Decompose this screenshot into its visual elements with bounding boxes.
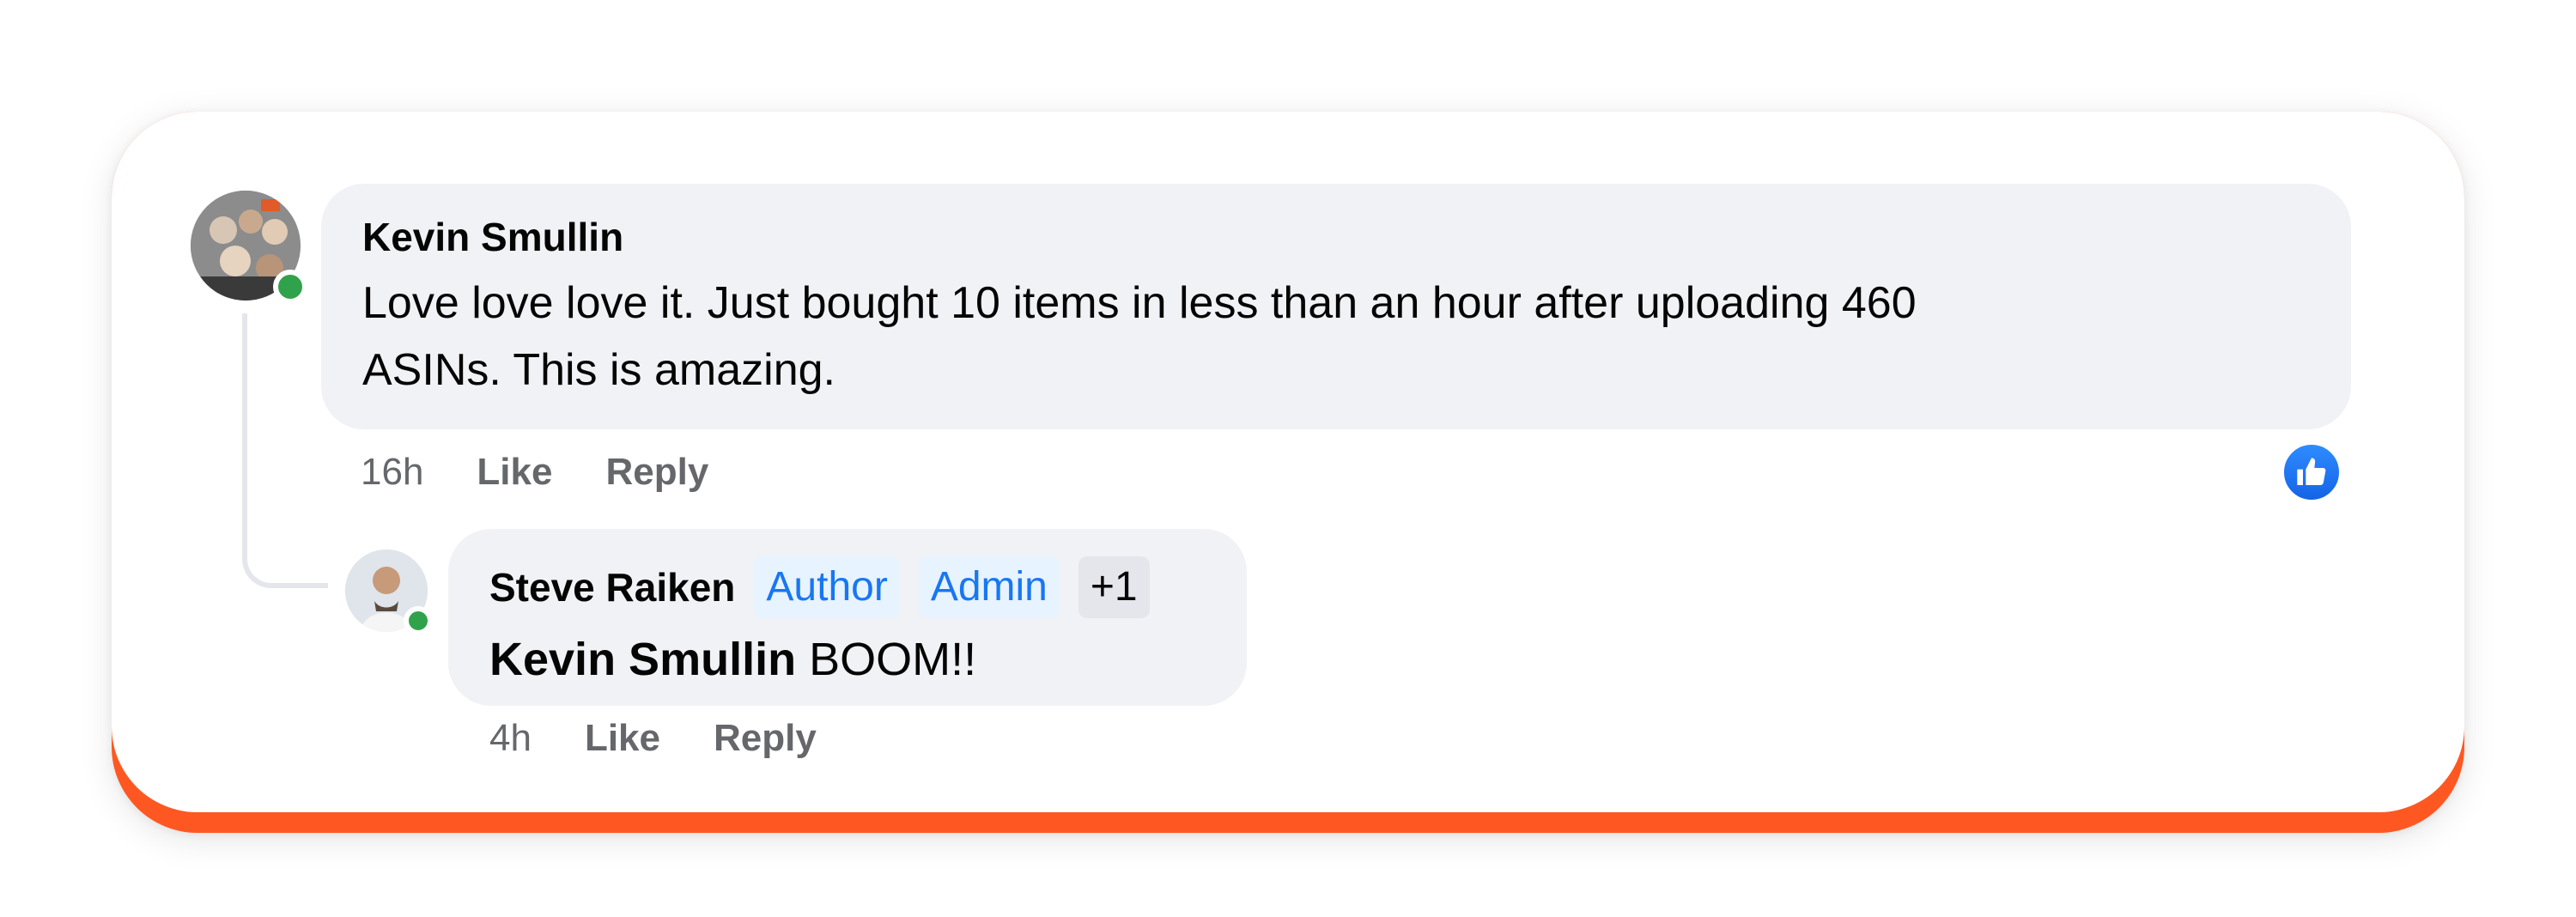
reply-timestamp[interactable]: 4h (489, 713, 532, 764)
reply-bubble: Steve Raiken Author Admin +1 Kevin Smull… (448, 529, 1247, 706)
comment-author-name[interactable]: Kevin Smullin (362, 211, 2310, 263)
reply-text: Kevin Smullin BOOM!! (489, 625, 1206, 694)
thread-connector-line (242, 313, 328, 588)
reply-author-name[interactable]: Steve Raiken (489, 562, 735, 613)
comment-text: Love love love it. Just bought 10 items … (362, 278, 1917, 395)
reply-actions: 4h Like Reply (489, 713, 817, 764)
comment-bubble: Kevin Smullin Love love love it. Just bo… (321, 184, 2351, 429)
comment-actions: 16h Like Reply (361, 446, 708, 498)
online-status-icon (273, 270, 307, 304)
reply-message: BOOM!! (796, 634, 977, 685)
like-button[interactable]: Like (477, 446, 552, 498)
avatar-steve-raiken[interactable] (345, 550, 433, 635)
author-badge[interactable]: Author (754, 556, 900, 618)
reply-button[interactable]: Reply (605, 446, 708, 498)
avatar-kevin-smullin[interactable] (191, 191, 307, 304)
reply-header: Steve Raiken Author Admin +1 (489, 555, 1206, 620)
mention-link[interactable]: Kevin Smullin (489, 634, 796, 685)
reply-reply-button[interactable]: Reply (714, 713, 817, 764)
more-badges-count[interactable]: +1 (1078, 556, 1150, 618)
thumbs-up-icon[interactable] (2281, 441, 2342, 503)
admin-badge[interactable]: Admin (918, 556, 1060, 618)
comment-timestamp[interactable]: 16h (361, 446, 423, 498)
reply-like-button[interactable]: Like (585, 713, 660, 764)
online-status-icon (404, 606, 433, 635)
